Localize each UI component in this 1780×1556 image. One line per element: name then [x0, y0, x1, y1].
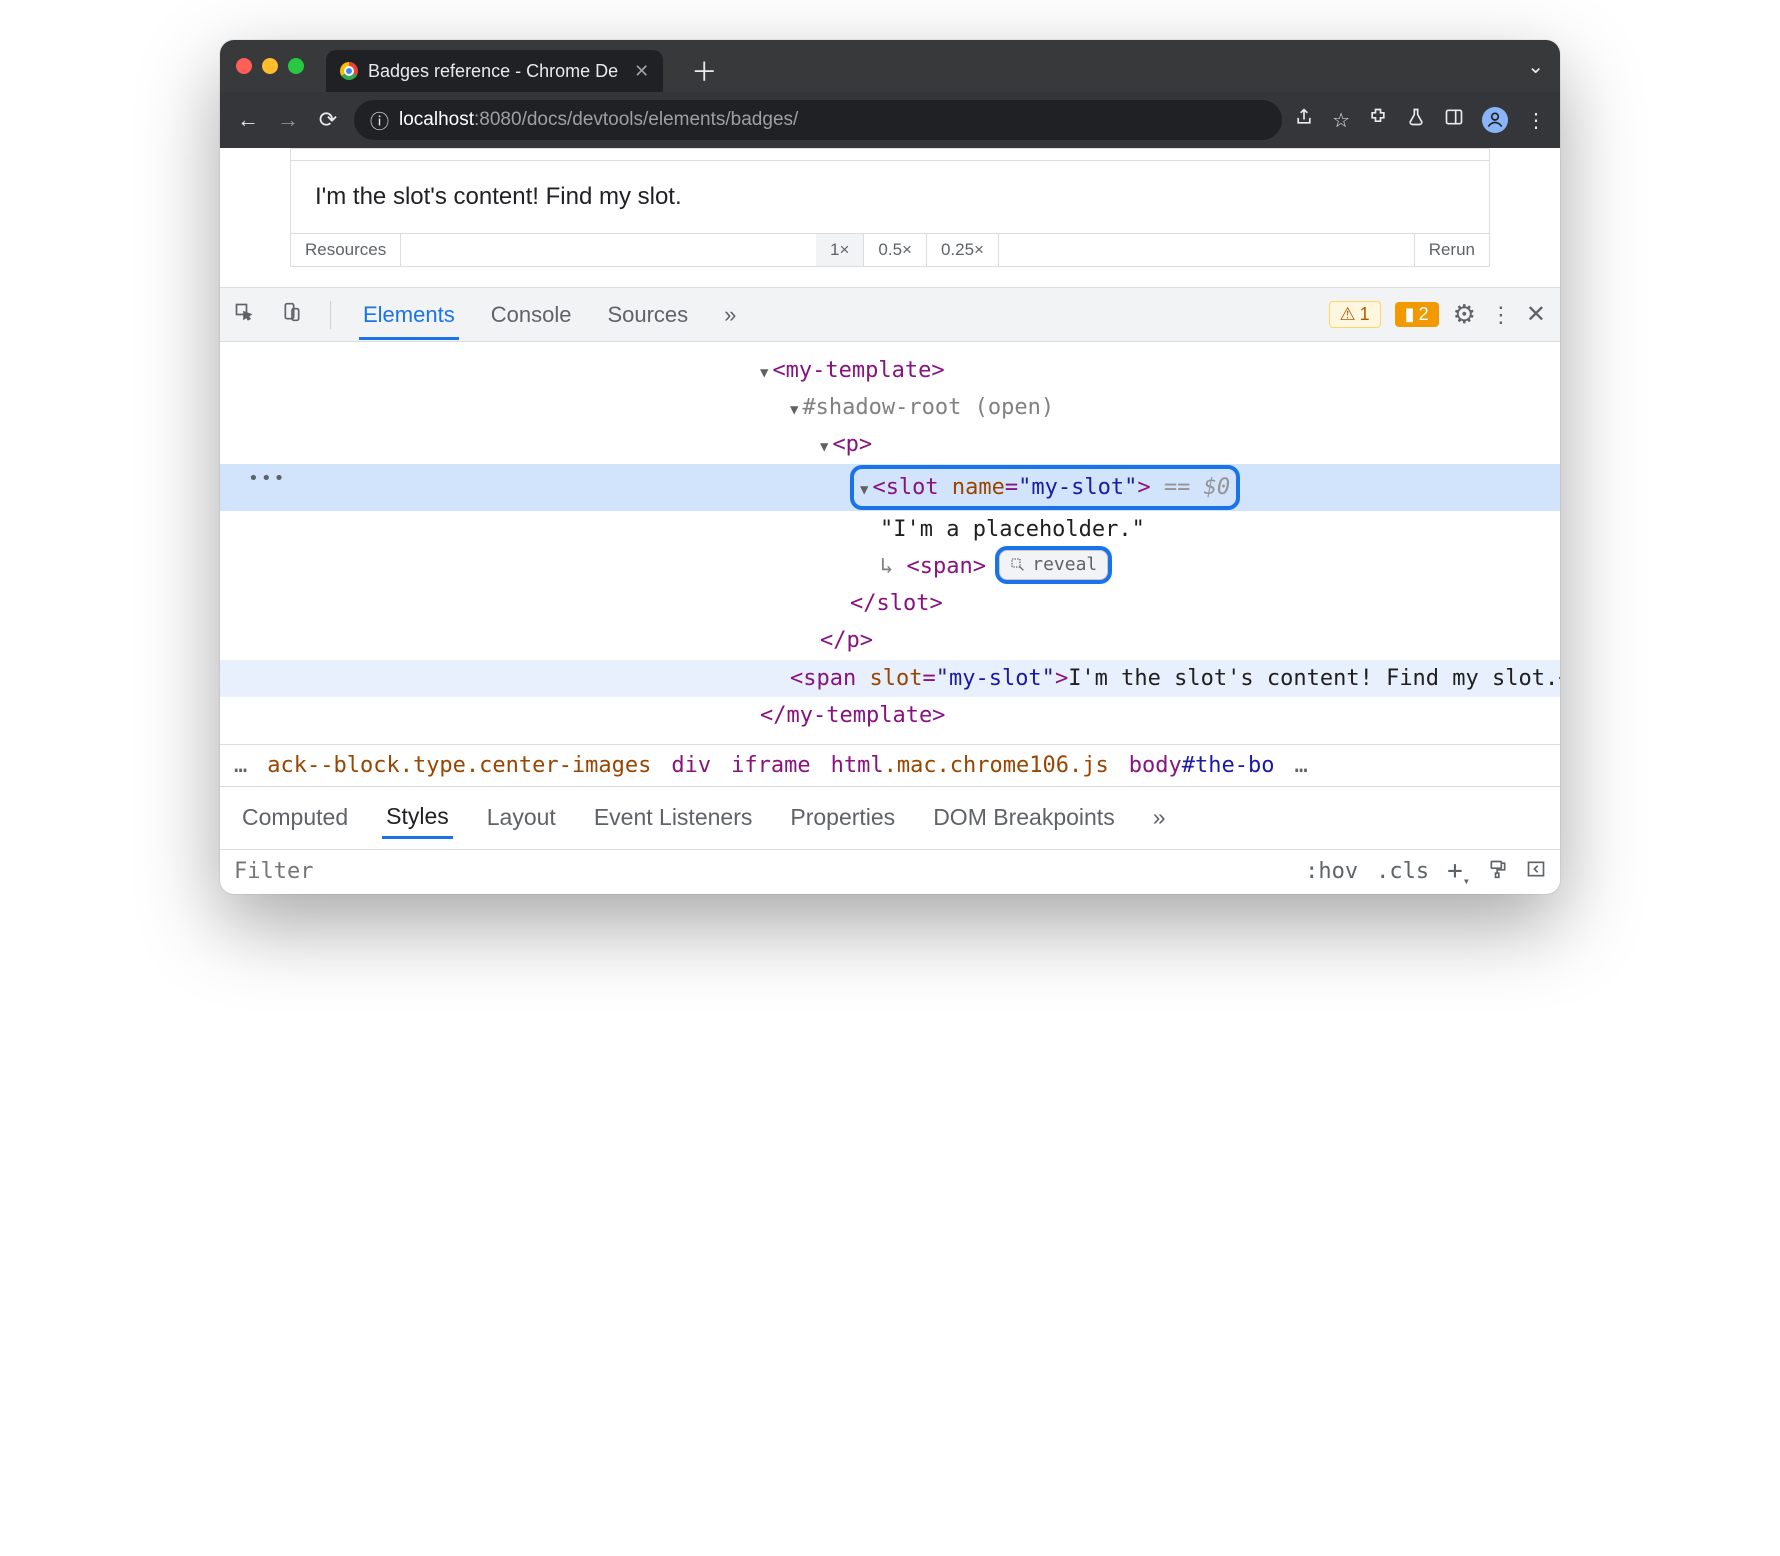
subtab-dom-breakpoints[interactable]: DOM Breakpoints	[929, 798, 1119, 837]
back-icon[interactable]: ←	[234, 107, 262, 133]
labs-icon[interactable]	[1406, 107, 1426, 133]
new-tab-button[interactable]: ＋	[691, 52, 717, 89]
dom-breadcrumbs[interactable]: … ack--block.type.center-images div ifra…	[220, 744, 1560, 787]
menu-icon[interactable]: ⋮	[1526, 108, 1546, 133]
styles-filter-bar: :hov .cls +▾	[220, 850, 1560, 894]
address-bar: ← → ⟳ ⓘ localhost:8080/docs/devtools/ele…	[220, 92, 1560, 148]
bookmark-icon[interactable]: ☆	[1332, 108, 1350, 133]
reload-icon[interactable]: ⟳	[314, 107, 342, 133]
zoom-05x[interactable]: 0.5×	[864, 234, 927, 266]
cls-toggle[interactable]: .cls	[1376, 859, 1429, 884]
tab-close-icon[interactable]: ✕	[634, 61, 649, 82]
devtools-panel: Elements Console Sources » ⚠ 1 ▮ 2 ⚙ ⋮ ✕…	[220, 287, 1560, 894]
issues-badge[interactable]: ▮ 2	[1395, 302, 1439, 327]
span-node[interactable]: <span slot="my-slot">I'm the slot's cont…	[220, 660, 1560, 697]
tab-elements[interactable]: Elements	[359, 290, 459, 340]
zoom-025x[interactable]: 0.25×	[927, 234, 999, 266]
profile-avatar[interactable]	[1482, 107, 1508, 133]
hover-toggle[interactable]: :hov	[1305, 859, 1358, 884]
more-menu-icon[interactable]: ⋮	[1490, 302, 1512, 328]
filter-input[interactable]	[234, 859, 1287, 884]
extensions-icon[interactable]	[1368, 107, 1388, 133]
selected-node[interactable]: ▼<slot name="my-slot"> == $0	[220, 464, 1560, 511]
tabs-menu-icon[interactable]: ⌄	[1527, 54, 1544, 79]
demo-controls: Resources 1× 0.5× 0.25× Rerun	[291, 233, 1489, 266]
titlebar: Badges reference - Chrome De ✕ ＋ ⌄	[220, 40, 1560, 92]
browser-window: Badges reference - Chrome De ✕ ＋ ⌄ ← → ⟳…	[220, 40, 1560, 894]
url-input[interactable]: ⓘ localhost:8080/docs/devtools/elements/…	[354, 100, 1282, 140]
rerun-button[interactable]: Rerun	[1414, 234, 1489, 266]
resources-button[interactable]: Resources	[291, 234, 401, 266]
subtabs-more[interactable]: »	[1149, 798, 1170, 837]
maximize-window-icon[interactable]	[288, 58, 304, 74]
tab-title: Badges reference - Chrome De	[368, 61, 618, 82]
url-host: localhost	[399, 109, 474, 130]
close-devtools-icon[interactable]: ✕	[1526, 300, 1546, 329]
new-style-rule-icon[interactable]: +▾	[1447, 856, 1470, 888]
page-viewport: I'm the slot's content! Find my slot. Re…	[220, 148, 1560, 287]
toolbar-icons: ☆ ⋮	[1294, 107, 1546, 133]
window-controls	[236, 58, 304, 74]
inspect-icon[interactable]	[234, 302, 254, 328]
forward-icon[interactable]: →	[274, 107, 302, 133]
paint-icon[interactable]	[1488, 859, 1508, 885]
share-icon[interactable]	[1294, 107, 1314, 133]
close-window-icon[interactable]	[236, 58, 252, 74]
site-info-icon[interactable]: ⓘ	[370, 107, 389, 134]
demo-frame: I'm the slot's content! Find my slot. Re…	[290, 148, 1490, 267]
subtab-event-listeners[interactable]: Event Listeners	[590, 798, 757, 837]
tab-console[interactable]: Console	[487, 290, 576, 340]
panel-icon[interactable]	[1444, 107, 1464, 133]
subtab-properties[interactable]: Properties	[786, 798, 899, 837]
warnings-badge[interactable]: ⚠ 1	[1329, 301, 1381, 328]
styles-subtabs: Computed Styles Layout Event Listeners P…	[220, 787, 1560, 850]
tab-sources[interactable]: Sources	[603, 290, 692, 340]
elements-tree[interactable]: ▼<my-template> ▼#shadow-root (open) ▼<p>…	[220, 342, 1560, 744]
devtools-tabs: Elements Console Sources » ⚠ 1 ▮ 2 ⚙ ⋮ ✕	[220, 288, 1560, 342]
tabs-more[interactable]: »	[720, 290, 740, 340]
browser-tab[interactable]: Badges reference - Chrome De ✕	[326, 50, 663, 92]
settings-icon[interactable]: ⚙	[1453, 299, 1476, 330]
minimize-window-icon[interactable]	[262, 58, 278, 74]
chrome-icon	[340, 62, 358, 80]
toggle-sidebar-icon[interactable]	[1526, 859, 1546, 885]
subtab-computed[interactable]: Computed	[238, 798, 352, 837]
reveal-badge[interactable]: reveal	[999, 550, 1108, 581]
slot-content-text: I'm the slot's content! Find my slot.	[291, 161, 1489, 233]
device-icon[interactable]	[282, 302, 302, 328]
zoom-1x[interactable]: 1×	[816, 234, 864, 266]
subtab-styles[interactable]: Styles	[382, 797, 453, 839]
subtab-layout[interactable]: Layout	[483, 798, 560, 837]
